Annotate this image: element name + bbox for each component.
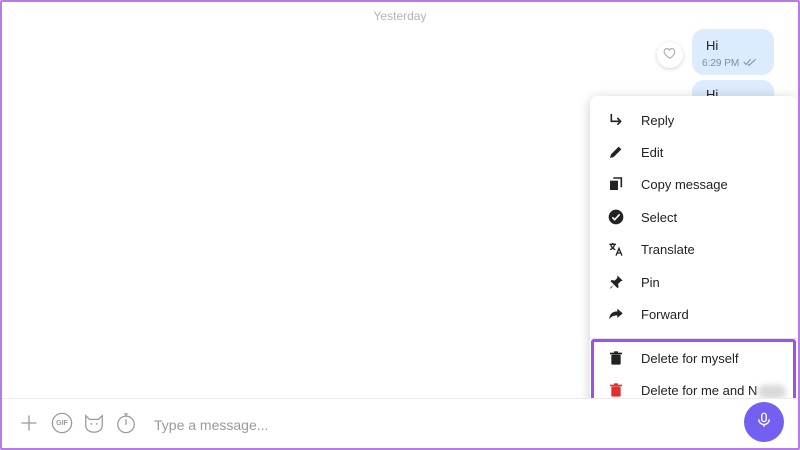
menu-item-label: Pin — [641, 274, 660, 290]
message-time: 6:29 PM — [702, 58, 740, 69]
menu-item-copy-message[interactable]: Copy message — [590, 168, 798, 200]
menu-item-translate[interactable]: Translate — [590, 233, 798, 265]
copy-icon — [607, 175, 625, 193]
menu-item-label: Translate — [641, 241, 695, 257]
menu-item-label: Reply — [641, 112, 675, 128]
menu-item-forward[interactable]: Forward — [590, 298, 798, 330]
timer-icon[interactable] — [114, 411, 138, 435]
double-check-icon — [743, 57, 757, 70]
menu-item-select[interactable]: Select — [590, 201, 798, 233]
gif-button[interactable]: GIF — [50, 411, 74, 435]
menu-item-label: Copy message — [641, 176, 728, 192]
menu-item-label: Select — [641, 209, 678, 225]
message-input[interactable] — [152, 413, 576, 437]
pin-icon — [607, 273, 625, 291]
plus-icon[interactable] — [17, 411, 41, 435]
reply-icon — [607, 111, 625, 129]
message-meta: 6:29 PM — [702, 57, 757, 70]
menu-item-reply[interactable]: Reply — [590, 104, 798, 136]
heart-icon — [663, 46, 677, 65]
message-bubble[interactable]: Hi 6:29 PM — [692, 29, 774, 75]
message-composer: GIF — [2, 398, 798, 448]
mic-button[interactable] — [744, 402, 784, 442]
chat-window: Yesterday Hi 6:29 PM Hi Reply Edit Copy … — [0, 0, 800, 450]
sticker-icon[interactable] — [82, 411, 106, 435]
forward-icon — [607, 305, 625, 323]
message-text: Hi — [706, 38, 719, 53]
menu-item-edit[interactable]: Edit — [590, 136, 798, 168]
microphone-icon — [755, 411, 773, 434]
pencil-icon — [607, 143, 625, 161]
date-separator: Yesterday — [373, 9, 427, 23]
check-circle-icon — [607, 208, 625, 226]
like-button[interactable] — [657, 42, 683, 68]
menu-item-label: Forward — [641, 306, 689, 322]
translate-icon — [607, 240, 625, 258]
gif-label: GIF — [56, 419, 68, 427]
menu-item-label: Edit — [641, 144, 664, 160]
menu-item-pin[interactable]: Pin — [590, 266, 798, 298]
